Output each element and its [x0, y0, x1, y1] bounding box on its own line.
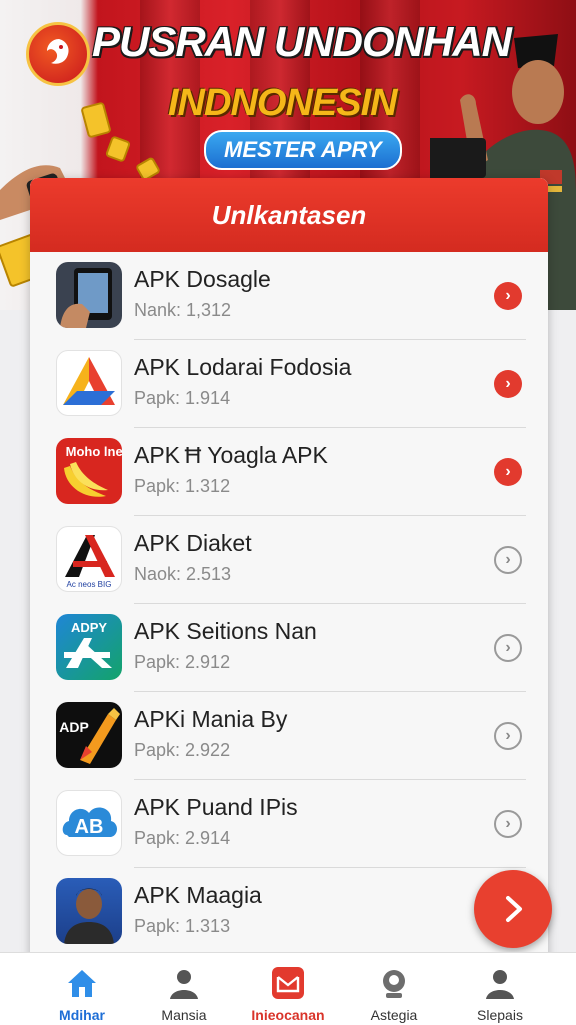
gold-tag-icon: [104, 135, 132, 163]
chevron-right-icon[interactable]: ›: [494, 370, 522, 398]
app-downloads: Papk: 2.914: [134, 828, 231, 848]
profile-icon: [383, 970, 405, 998]
chevron-right-icon[interactable]: ›: [494, 282, 522, 310]
adp-pen-icon: ADP: [56, 702, 122, 768]
app-name: APK Maagia: [134, 882, 262, 908]
tablet-hand-icon: [56, 262, 122, 328]
list-item[interactable]: ADPY APK Seitions Nan Papk: 2.912 ›: [30, 604, 548, 692]
list-item[interactable]: Moho lnei APK Ħ Yoagla APK Papk: 1.312 ›: [30, 428, 548, 516]
apk-list-card: Unlkantasen APK Dosagle Nank: 1,312 › AP…: [30, 178, 548, 968]
nav-label: Inieocanan: [251, 1007, 325, 1023]
app-downloads: Papk: 1.313: [134, 916, 231, 936]
list-item[interactable]: Ac neos BIG APK Diaket Naok: 2.513 ›: [30, 516, 548, 604]
nav-label: Astegia: [370, 1007, 418, 1023]
ab-cloud-icon: AB: [56, 790, 122, 856]
app-downloads: Naok: 2.513: [134, 564, 232, 584]
next-fab-button[interactable]: [474, 870, 552, 948]
chevron-right-icon[interactable]: ›: [494, 634, 522, 662]
app-downloads: Papk: 1.312: [134, 476, 231, 496]
nav-item-person[interactable]: Mansia: [134, 953, 234, 1025]
person-icon: [170, 970, 198, 999]
icon-text: AB: [75, 816, 104, 838]
mail-icon: [272, 967, 304, 999]
list-item[interactable]: APK Lodarai Fodosia Papk: 1.914 ›: [30, 340, 548, 428]
card-header: Unlkantasen: [30, 178, 548, 252]
banner-pill[interactable]: MESTER APRY: [204, 130, 402, 170]
list-item[interactable]: ADP APKi Mania By Papk: 2.922 ›: [30, 692, 548, 780]
app-downloads: Papk: 2.922: [134, 740, 231, 760]
icon-text: Moho lnei: [66, 444, 122, 459]
app-name: APKi Mania By: [134, 706, 288, 732]
app-name: APK Dosagle: [134, 266, 271, 292]
app-name: APK Ħ Yoagla APK: [134, 442, 328, 468]
triangle-logo-icon: [56, 350, 122, 416]
icon-text: Ac neos BIG: [67, 580, 112, 589]
chevron-right-icon[interactable]: ›: [494, 458, 522, 486]
nav-item-mail[interactable]: Inieocanan: [238, 953, 338, 1025]
nav-item-home[interactable]: Mdihar: [32, 953, 132, 1025]
list-item[interactable]: APK Dosagle Nank: 1,312 ›: [30, 252, 548, 340]
app-name: APK Puand IPis: [134, 794, 298, 820]
list-item[interactable]: AB APK Puand IPis Papk: 2.914 ›: [30, 780, 548, 868]
nav-label: Mansia: [161, 1007, 207, 1023]
home-icon: [68, 970, 96, 997]
app-name: APK Diaket: [134, 530, 252, 556]
user-icon: [486, 970, 514, 999]
list-item[interactable]: APK Maagia Papk: 1.313: [30, 868, 548, 956]
app-downloads: Nank: 1,312: [134, 300, 232, 320]
icon-text: ADPY: [71, 620, 107, 635]
nav-label: Mdihar: [59, 1007, 105, 1023]
a-letter-logo-icon: Ac neos BIG: [56, 526, 122, 592]
chevron-right-icon[interactable]: ›: [494, 810, 522, 838]
app-downloads: Papk: 2.912: [134, 652, 231, 672]
nav-label: Slepais: [477, 1007, 523, 1023]
icon-text: ADP: [59, 719, 89, 735]
app-name: APK Lodarai Fodosia: [134, 354, 352, 380]
adpy-logo-icon: ADPY: [56, 614, 122, 680]
app-downloads: Papk: 1.914: [134, 388, 231, 408]
chevron-right-icon: [506, 896, 522, 922]
chevron-right-icon[interactable]: ›: [494, 546, 522, 574]
person-photo-icon: [56, 878, 122, 944]
banana-icon: Moho lnei: [56, 438, 122, 504]
bottom-nav: Mdihar Mansia Inieocanan Astegia Slepais: [0, 952, 576, 1025]
chevron-right-icon[interactable]: ›: [494, 722, 522, 750]
nav-item-profile[interactable]: Astegia: [344, 953, 444, 1025]
banner-subtitle: INDNONESIN: [168, 82, 398, 124]
gold-tag-icon: [80, 101, 112, 139]
app-name: APK Seitions Nan: [134, 618, 317, 644]
nav-item-user[interactable]: Slepais: [450, 953, 550, 1025]
brand-logo-icon: [26, 22, 90, 86]
